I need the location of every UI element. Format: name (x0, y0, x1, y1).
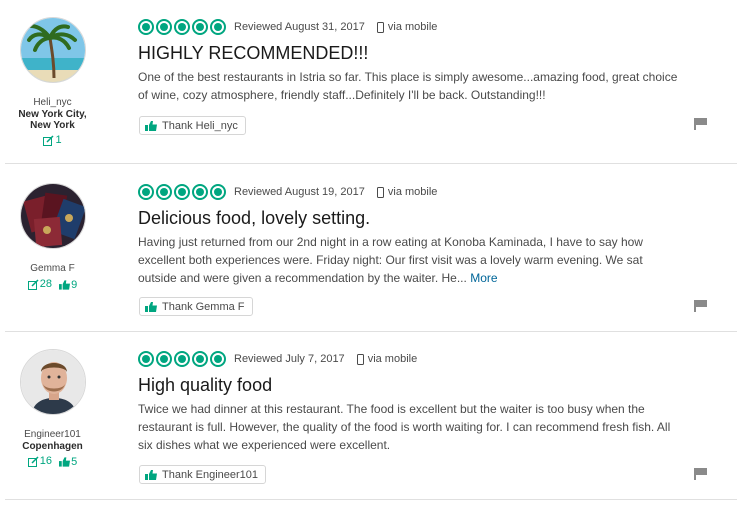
review-body: Having just returned from our 2nd night … (138, 233, 678, 287)
review-count: 28 (39, 278, 53, 290)
review-text: Having just returned from our 2nd night … (138, 235, 643, 285)
flag-icon[interactable] (694, 300, 708, 312)
thumbs-up-icon (59, 457, 71, 467)
mobile-phone-icon (376, 21, 384, 33)
rating-line: Reviewed July 7, 2017 via mobile (138, 350, 718, 368)
bubble-rating (138, 19, 226, 35)
review-text: Twice we had dinner at this restaurant. … (138, 402, 671, 452)
thumbs-up-icon (59, 280, 71, 290)
username[interactable]: Heli_nyc (5, 97, 100, 109)
review-content: Reviewed August 19, 2017 via mobile Deli… (138, 183, 718, 287)
review-body: One of the best restaurants in Istria so… (138, 68, 678, 104)
thank-label: Thank Engineer101 (162, 468, 259, 481)
review-title[interactable]: High quality food (138, 374, 718, 396)
pencil-box-icon (43, 135, 54, 146)
bubble-rating (138, 351, 226, 367)
thumbs-up-icon (145, 301, 157, 312)
member-info: Gemma F 28 9 (5, 183, 100, 294)
username[interactable]: Engineer101 (5, 429, 100, 441)
flag-icon[interactable] (694, 118, 708, 130)
review-count: 16 (39, 455, 53, 467)
user-badges: 1 (5, 134, 100, 150)
via-mobile: via mobile (356, 353, 418, 365)
thank-button[interactable]: Thank Heli_nyc (139, 116, 246, 135)
thank-label: Thank Heli_nyc (162, 119, 238, 132)
thank-button[interactable]: Thank Gemma F (139, 297, 253, 316)
mobile-phone-icon (356, 353, 364, 365)
review-text: One of the best restaurants in Istria so… (138, 70, 678, 102)
thank-label: Thank Gemma F (162, 300, 245, 313)
review-count: 1 (55, 134, 62, 146)
review-card: Heli_nyc New York City, New York 1 Revie… (5, 0, 737, 163)
avatar[interactable] (19, 349, 86, 415)
more-link[interactable]: More (470, 271, 497, 285)
pencil-box-icon (27, 279, 39, 290)
via-text: via mobile (367, 353, 418, 365)
rating-line: Reviewed August 31, 2017 via mobile (138, 18, 718, 36)
user-location: New York (30, 120, 75, 131)
avatar[interactable] (19, 17, 86, 83)
review-count-badge[interactable]: 28 (27, 278, 53, 291)
review-date: Reviewed August 31, 2017 (234, 21, 365, 33)
helpful-count-badge[interactable]: 5 (59, 456, 77, 469)
via-text: via mobile (387, 186, 438, 198)
helpful-count: 9 (71, 278, 78, 291)
avatar[interactable] (19, 183, 86, 249)
review-date: Reviewed July 7, 2017 (234, 353, 345, 365)
rating-line: Reviewed August 19, 2017 via mobile (138, 183, 718, 201)
review-card: Engineer101 Copenhagen 16 5 Reviewed Jul… (5, 331, 737, 499)
via-text: via mobile (387, 21, 438, 33)
user-badges: 28 9 (5, 278, 100, 294)
review-count-badge[interactable]: 1 (43, 134, 62, 147)
user-location: New York City, (18, 109, 87, 120)
member-info: Heli_nyc New York City, New York 1 (5, 17, 100, 150)
username[interactable]: Gemma F (5, 263, 100, 275)
review-count-badge[interactable]: 16 (27, 455, 53, 468)
review-title[interactable]: HIGHLY RECOMMENDED!!! (138, 42, 718, 64)
member-info: Engineer101 Copenhagen 16 5 (5, 349, 100, 471)
review-card: Gemma F 28 9 Reviewed August 19, 2017 vi… (5, 163, 737, 331)
review-content: Reviewed August 31, 2017 via mobile HIGH… (138, 18, 718, 104)
review-title[interactable]: Delicious food, lovely setting. (138, 207, 718, 229)
divider (5, 499, 737, 500)
review-content: Reviewed July 7, 2017 via mobile High qu… (138, 350, 718, 454)
thumbs-up-icon (145, 469, 157, 480)
thumbs-up-icon (145, 120, 157, 131)
thank-button[interactable]: Thank Engineer101 (139, 465, 267, 484)
via-mobile: via mobile (376, 21, 438, 33)
bubble-rating (138, 184, 226, 200)
user-location: Copenhagen (22, 441, 83, 452)
review-date: Reviewed August 19, 2017 (234, 186, 365, 198)
via-mobile: via mobile (376, 186, 438, 198)
helpful-count: 5 (71, 455, 78, 468)
review-body: Twice we had dinner at this restaurant. … (138, 400, 678, 454)
pencil-box-icon (27, 456, 39, 467)
helpful-count-badge[interactable]: 9 (59, 279, 77, 292)
mobile-phone-icon (376, 186, 384, 198)
flag-icon[interactable] (694, 468, 708, 480)
user-badges: 16 5 (5, 455, 100, 471)
